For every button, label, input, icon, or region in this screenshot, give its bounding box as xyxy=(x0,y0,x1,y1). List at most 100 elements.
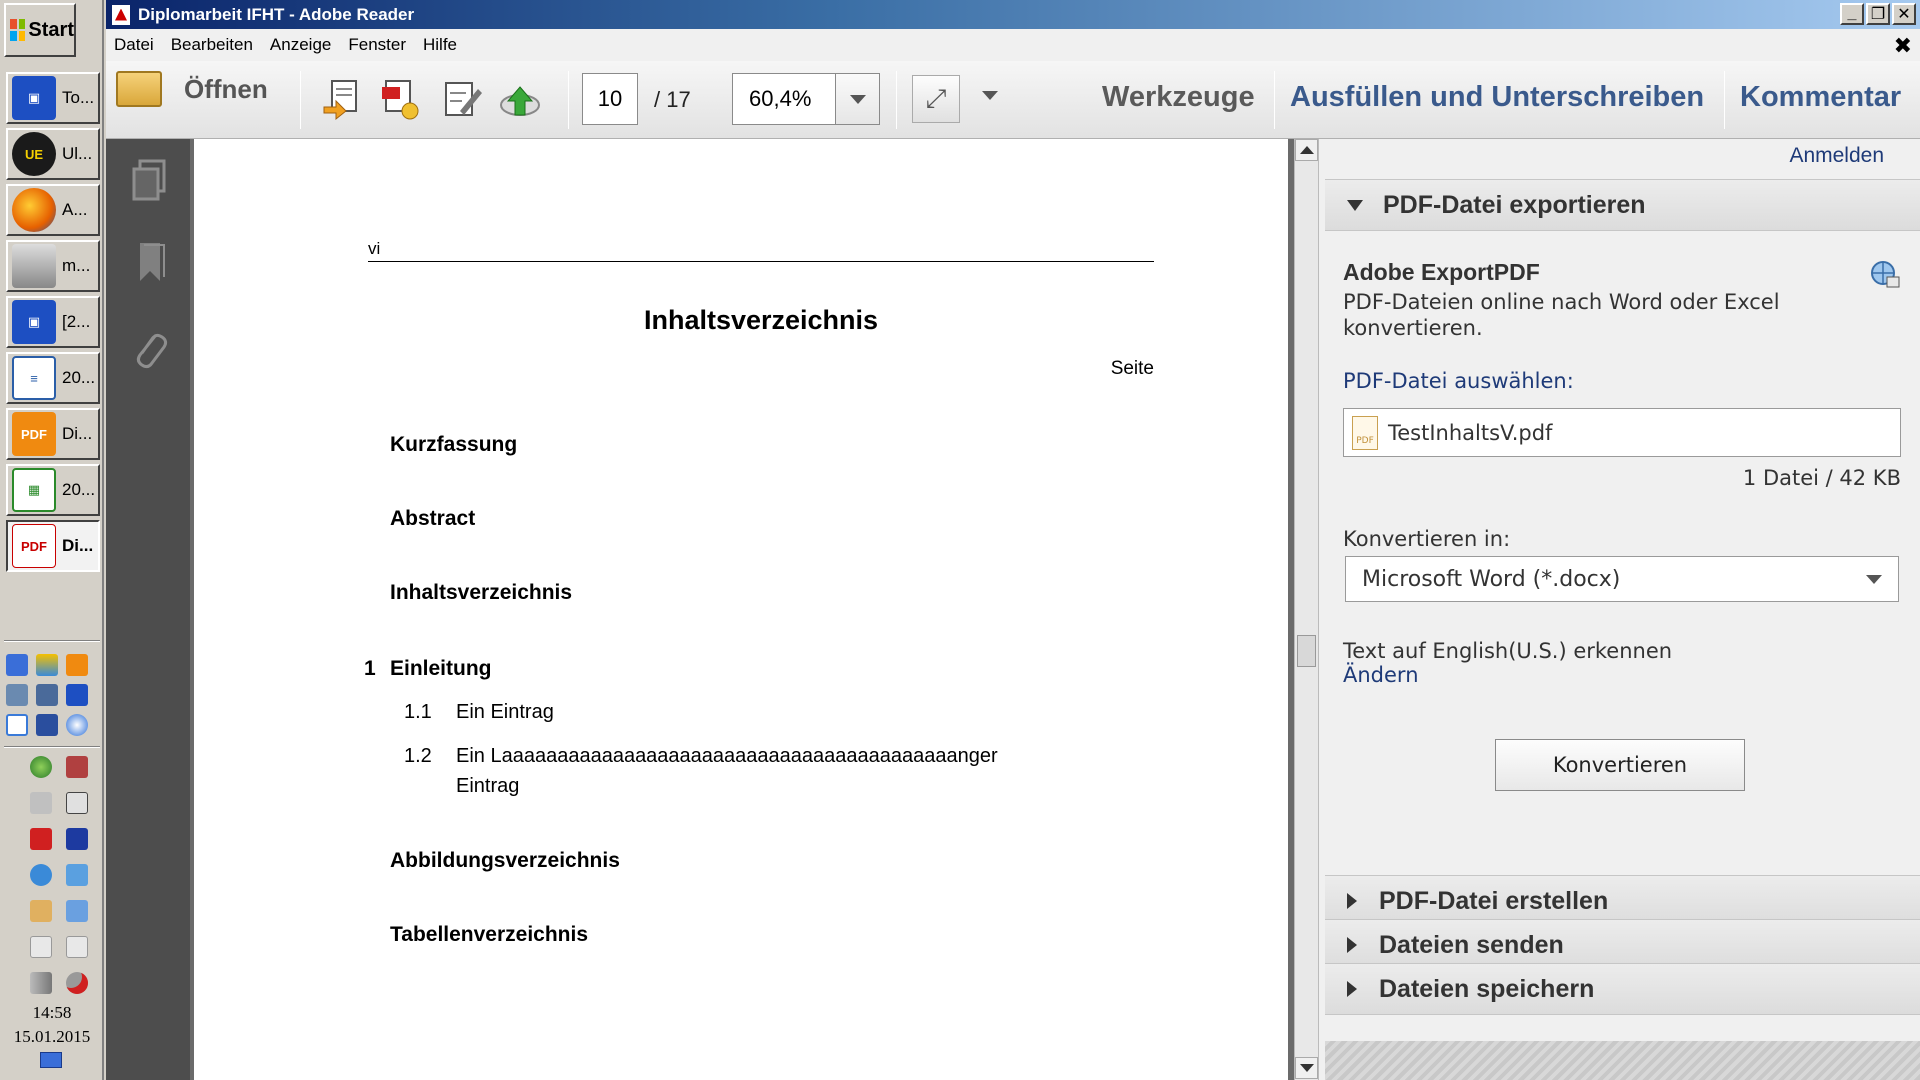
taskbar-item-spreadsheet[interactable]: ▦ 20... xyxy=(6,464,100,516)
taskbar-item-pdf-editor[interactable]: PDF Di... xyxy=(6,408,100,460)
toolbar-separator xyxy=(896,71,897,129)
network-globe-icon[interactable] xyxy=(30,756,52,778)
window-controls: _ ❐ ✕ xyxy=(1840,3,1916,25)
display-icon[interactable] xyxy=(66,864,88,886)
document-view[interactable]: vi Inhaltsverzeichnis Seite Kurzfassung … xyxy=(190,139,1294,1080)
writer-doc-icon: ≡ xyxy=(12,356,56,400)
play-icon[interactable] xyxy=(6,714,28,736)
convert-button[interactable]: Konvertieren xyxy=(1495,739,1745,791)
scroll-down-button[interactable] xyxy=(1295,1057,1318,1079)
floppy-quicklaunch-icon[interactable] xyxy=(66,684,88,706)
minimize-button[interactable]: _ xyxy=(1840,3,1864,25)
upload-cloud-icon[interactable] xyxy=(498,77,542,121)
pdf-page[interactable]: vi Inhaltsverzeichnis Seite Kurzfassung … xyxy=(194,139,1288,1080)
clock-date[interactable]: 15.01.2015 xyxy=(0,1027,104,1047)
close-document-icon[interactable]: ✖ xyxy=(1894,33,1912,59)
fullscreen-button[interactable]: ⤢ xyxy=(912,75,960,123)
close-button[interactable]: ✕ xyxy=(1892,3,1916,25)
floppy-icon: ▣ xyxy=(12,300,56,344)
attachments-icon[interactable] xyxy=(130,325,170,371)
more-options-icon[interactable] xyxy=(982,91,998,100)
taskbar-item-writer[interactable]: ≡ 20... xyxy=(6,352,100,404)
tab-ausfuellen-und-unterschreiben[interactable]: Ausfüllen und Unterschreiben xyxy=(1290,81,1704,114)
toc-entry[interactable]: Tabellenverzeichnis xyxy=(390,923,588,947)
network-error-icon[interactable] xyxy=(66,756,88,778)
browser-icon[interactable] xyxy=(66,714,88,736)
signal-strength-icon[interactable] xyxy=(30,972,52,994)
toc-entry[interactable]: Kurzfassung xyxy=(390,433,517,457)
tab-kommentar[interactable]: Kommentar xyxy=(1740,81,1901,114)
package-icon[interactable] xyxy=(6,684,28,706)
export-icon[interactable] xyxy=(320,77,364,121)
sync-icon[interactable] xyxy=(30,864,52,886)
clock-time[interactable]: 14:58 xyxy=(0,1003,104,1023)
toc-entry[interactable]: Ein Eintrag xyxy=(456,701,554,724)
sign-in-link[interactable]: Anmelden xyxy=(1789,144,1884,168)
menu-hilfe[interactable]: Hilfe xyxy=(423,35,457,55)
mute-icon[interactable] xyxy=(66,972,88,994)
restore-button[interactable]: ❐ xyxy=(1866,3,1890,25)
desktop-icon[interactable] xyxy=(6,654,28,676)
page-number-input[interactable]: 10 xyxy=(582,73,638,125)
pdf-quicklaunch-icon[interactable] xyxy=(66,654,88,676)
create-pdf-icon[interactable] xyxy=(378,77,422,121)
security-icon[interactable] xyxy=(30,828,52,850)
windows-update-icon[interactable] xyxy=(66,900,88,922)
toc-entry[interactable]: Ein Laaaaaaaaaaaaaaaaaaaaaaaaaaaaaaaaaaa… xyxy=(456,745,998,768)
toc-entry[interactable]: Abstract xyxy=(390,507,475,531)
stack-icon[interactable] xyxy=(36,654,58,676)
zoom-dropdown-button[interactable] xyxy=(835,74,879,124)
toc-entry-continuation[interactable]: Eintrag xyxy=(456,775,519,798)
taskbar-item-adobe-reader[interactable]: PDF Di... xyxy=(6,520,100,572)
cursor-tool-icon[interactable] xyxy=(66,792,88,814)
taskbar-item-printer[interactable]: m... xyxy=(6,240,100,292)
open-label: Öffnen xyxy=(184,73,268,104)
show-desktop-icon[interactable] xyxy=(40,1052,62,1068)
toc-entry[interactable]: Inhaltsverzeichnis xyxy=(390,581,572,605)
open-button[interactable]: Öffnen xyxy=(116,71,268,107)
taskbar-item-label: 20... xyxy=(62,368,96,387)
edit-icon[interactable] xyxy=(440,77,484,121)
zoom-select[interactable]: 60,4% xyxy=(732,73,880,125)
speaker-icon[interactable] xyxy=(30,900,52,922)
menu-bearbeiten[interactable]: Bearbeiten xyxy=(171,35,253,55)
menu-datei[interactable]: Datei xyxy=(114,35,154,55)
selected-file-field[interactable]: PDF TestInhaltsV.pdf xyxy=(1343,408,1901,457)
start-button[interactable]: Start xyxy=(4,3,76,57)
collapsed-triangle-icon xyxy=(1347,981,1357,997)
adobe-reader-icon: PDF xyxy=(12,524,56,568)
monitor-icon[interactable] xyxy=(36,684,58,706)
triangle-app-icon[interactable] xyxy=(36,714,58,736)
calendar-icon[interactable] xyxy=(66,828,88,850)
taskbar-item-firefox[interactable]: A... xyxy=(6,184,100,236)
taskbar-item-ultraedit[interactable]: UE Ul... xyxy=(6,128,100,180)
convert-format-select[interactable]: Microsoft Word (*.docx) xyxy=(1345,556,1899,602)
tray-separator xyxy=(4,746,100,748)
export-pdf-section-header[interactable]: PDF-Datei exportieren xyxy=(1325,179,1920,231)
change-language-link[interactable]: Ändern xyxy=(1343,663,1419,687)
taskbar-item-to[interactable]: ▣ To... xyxy=(6,72,100,124)
scrollbar-thumb[interactable] xyxy=(1297,635,1316,667)
menu-anzeige[interactable]: Anzeige xyxy=(270,35,331,55)
page-thumbnails-icon[interactable] xyxy=(130,157,170,203)
menu-fenster[interactable]: Fenster xyxy=(348,35,406,55)
windows-flag-icon xyxy=(10,19,26,41)
toc-entry[interactable]: Abbildungsverzeichnis xyxy=(390,849,620,873)
toc-entry[interactable]: Einleitung xyxy=(390,657,492,681)
scroll-up-button[interactable] xyxy=(1295,139,1318,161)
vertical-scrollbar[interactable] xyxy=(1294,139,1318,1080)
printer-tray-icon[interactable] xyxy=(30,792,52,814)
tab-werkzeuge[interactable]: Werkzeuge xyxy=(1102,81,1255,114)
taskbar-item-floppy[interactable]: ▣ [2... xyxy=(6,296,100,348)
clipboard-icon[interactable] xyxy=(66,936,88,958)
save-files-section-header[interactable]: Dateien speichern xyxy=(1325,963,1920,1015)
zoom-value[interactable]: 60,4% xyxy=(733,74,835,124)
taskbar-item-label: A... xyxy=(62,200,88,219)
section-title: PDF-Datei exportieren xyxy=(1383,190,1646,219)
file-count: 1 Datei / 42 KB xyxy=(1742,466,1901,490)
expanded-triangle-icon xyxy=(1347,199,1363,211)
bookmarks-icon[interactable] xyxy=(130,239,170,285)
online-service-icon[interactable] xyxy=(1869,259,1901,291)
export-description: PDF-Dateien online nach Word oder Excel … xyxy=(1343,290,1780,340)
action-center-flag-icon[interactable] xyxy=(30,936,52,958)
